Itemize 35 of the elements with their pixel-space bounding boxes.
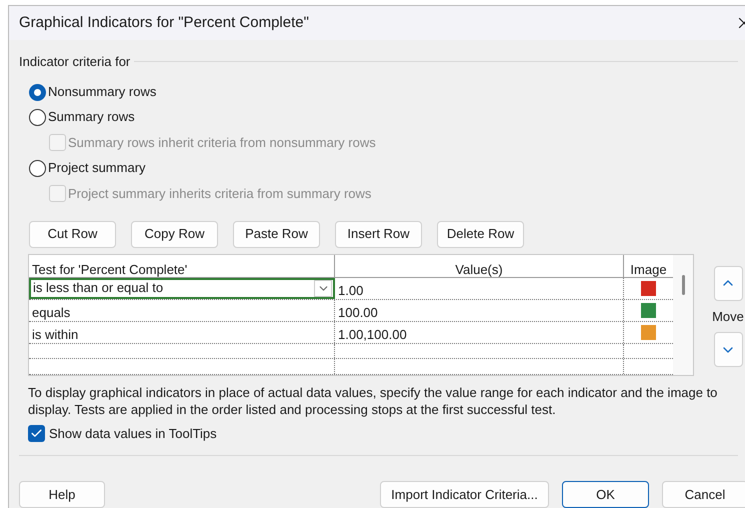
radio-button[interactable] (29, 108, 46, 126)
scrollbar-thumb[interactable] (682, 274, 684, 294)
radio-button[interactable] (29, 160, 46, 176)
checkbox[interactable] (28, 424, 45, 442)
dialog-button[interactable]: Import Indicator Criteria... (380, 481, 550, 508)
row-button[interactable]: Insert Row (335, 220, 422, 248)
dialog-button[interactable]: Cancel (662, 481, 745, 508)
checkbox-label: Project summary inherits criteria from summary rows (68, 184, 372, 203)
row-button[interactable]: Copy Row (131, 220, 218, 248)
check-icon (30, 426, 43, 440)
dialog-button[interactable]: OK (562, 481, 649, 508)
radio-button[interactable] (29, 84, 46, 100)
radio-label: Project summary (48, 159, 146, 178)
column-header: Test for 'Percent Complete' (29, 254, 335, 276)
window-title: Graphical Indicators for "Percent Complete" (19, 12, 309, 33)
column-header: Image (629, 260, 668, 276)
radio-label: Nonsummary rows (48, 83, 156, 102)
table-cell: 100.00 (335, 300, 624, 320)
table-cell: 1.00 (335, 278, 624, 298)
column-header: Value(s) (335, 254, 624, 276)
test-dropdown[interactable]: is less than or equal to (29, 278, 335, 298)
table-cell: 1.00,100.00 (335, 322, 624, 342)
table-cell: equals (29, 300, 335, 320)
radio-label: Summary rows (48, 108, 135, 126)
dialog-button[interactable]: Help (19, 481, 105, 508)
move-label: Move (711, 308, 745, 326)
row-button[interactable]: Cut Row (29, 220, 116, 248)
checkbox-label: Summary rows inherit criteria from nonsummary rows (68, 134, 376, 152)
checkbox-label: Show data values in ToolTips (49, 424, 217, 443)
row-button[interactable]: Paste Row (233, 220, 320, 248)
table-cell: is within (29, 322, 335, 342)
group-label: Indicator criteria for (19, 53, 130, 71)
description-text: To display graphical indicators in place of actual data values, specify the value range for each indicator and the image to display. Tests are applied in the order listed and processing stops at the first successful test. (27, 384, 718, 418)
row-button[interactable]: Delete Row (437, 220, 524, 248)
dropdown-icon[interactable] (314, 280, 332, 296)
